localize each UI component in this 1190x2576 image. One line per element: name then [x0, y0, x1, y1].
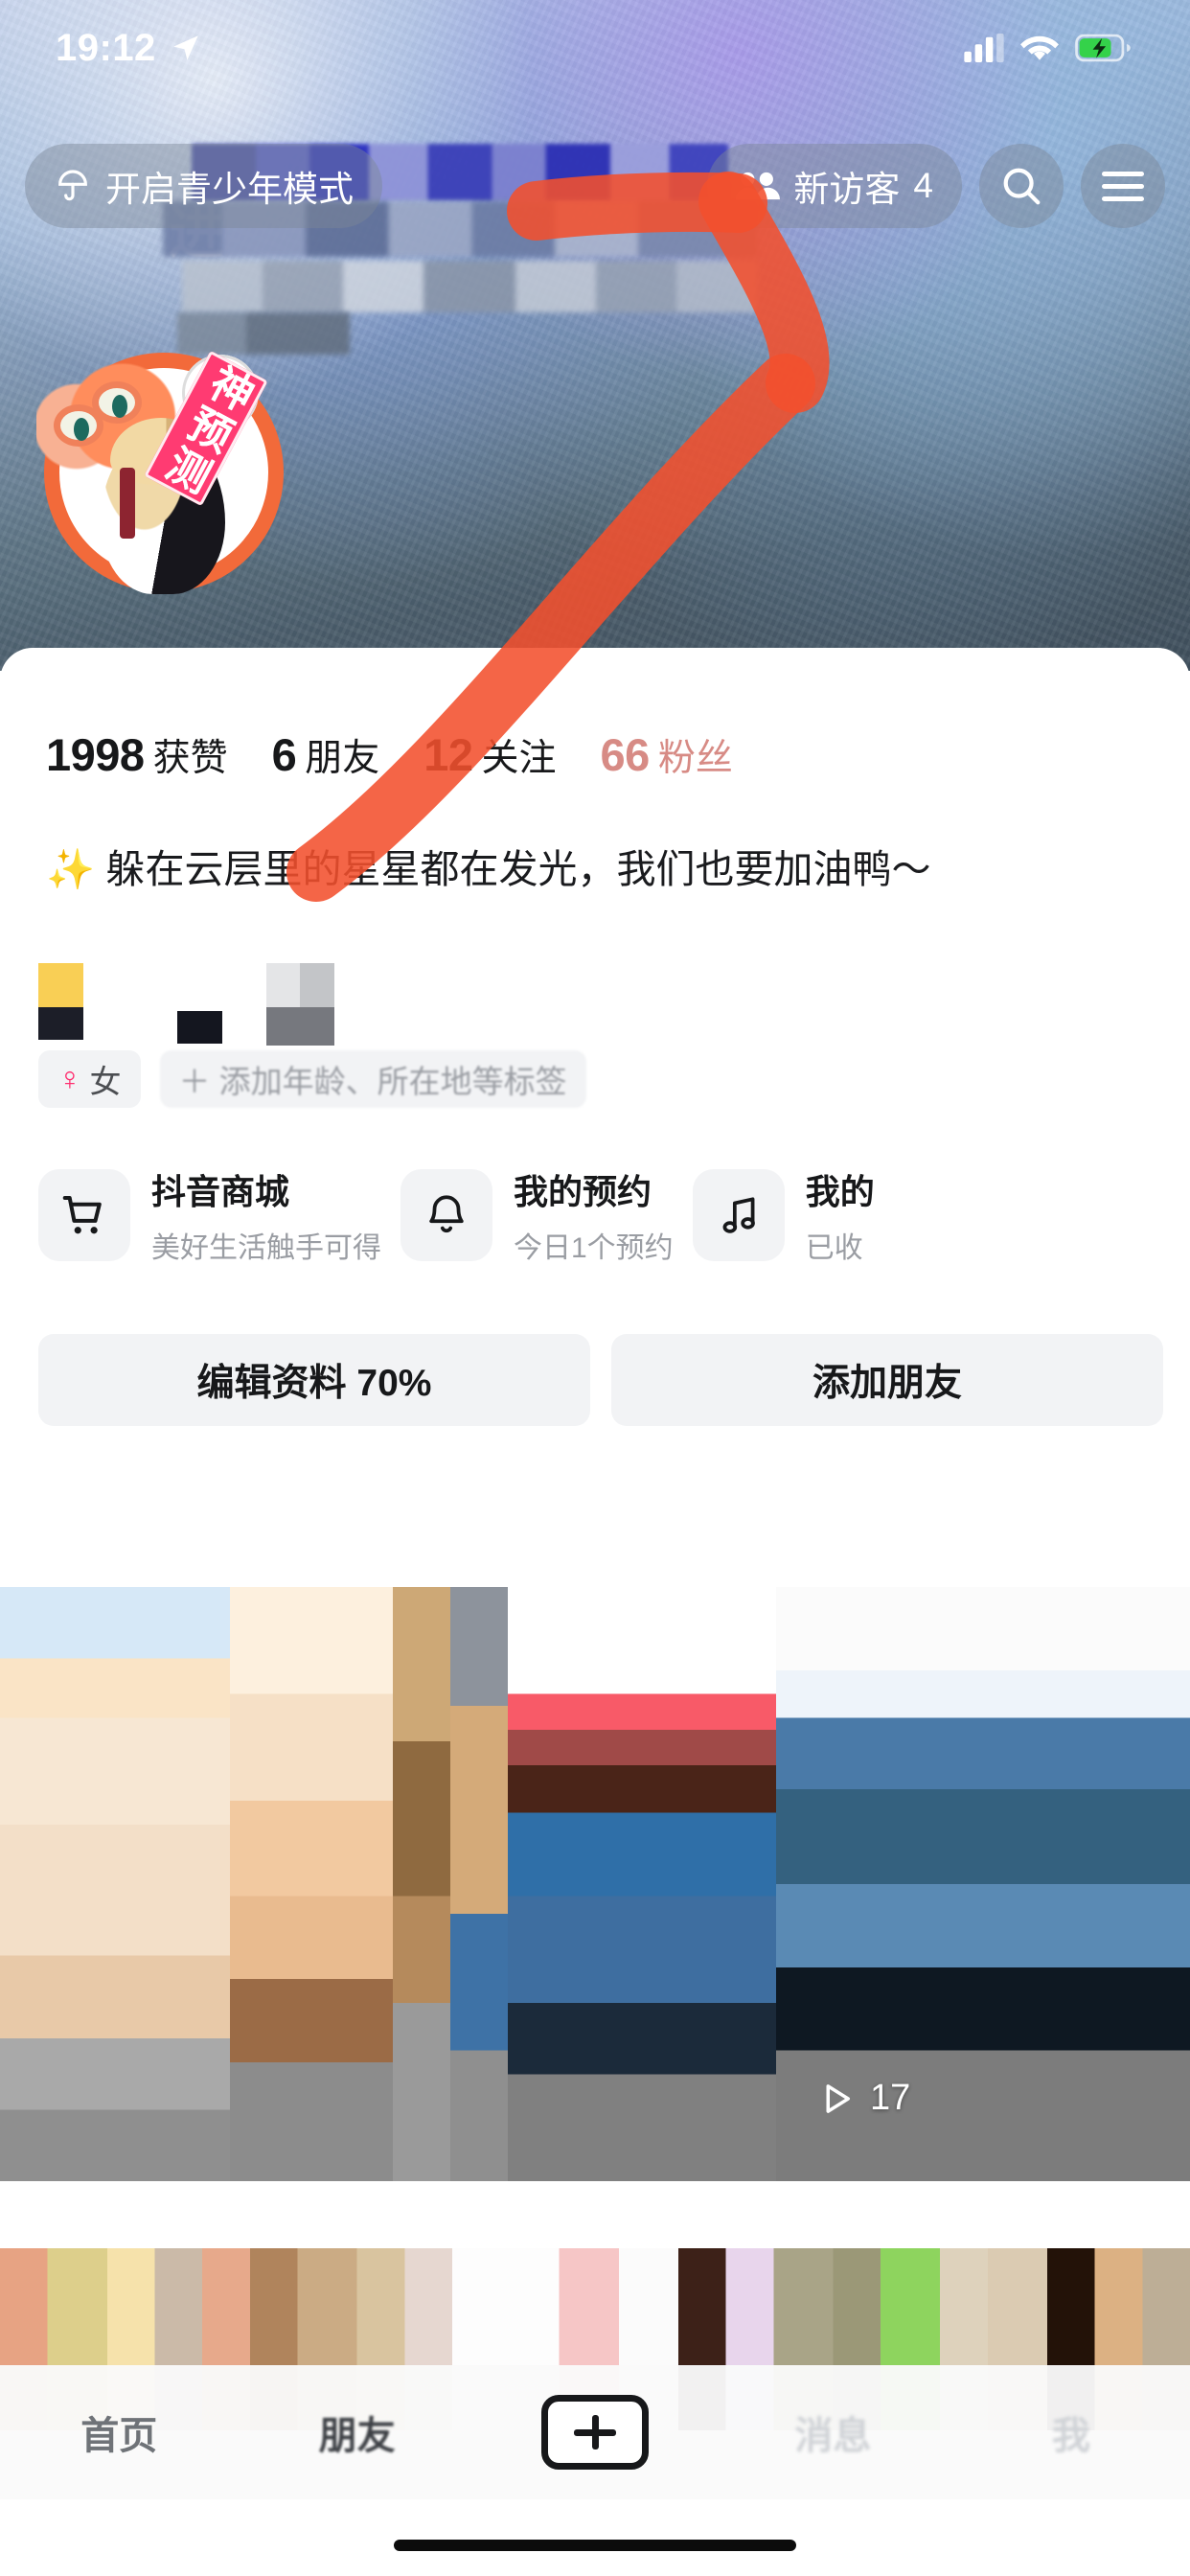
service-card-mall-text: 抖音商城 美好生活触手可得 [151, 1164, 381, 1266]
stat-following-value: 12 [423, 729, 473, 780]
location-arrow-icon [173, 35, 198, 60]
avatar[interactable]: 神预测 [10, 316, 307, 604]
stat-likes[interactable]: 1998 获赞 [46, 728, 228, 782]
service-card-booking-text: 我的预约 今日1个预约 [514, 1164, 674, 1266]
nav-home-label: 首页 [80, 2415, 158, 2457]
home-indicator [394, 2540, 796, 2551]
nav-item-messages[interactable]: 消息 [714, 2404, 951, 2460]
service-booking-subtitle: 今日1个预约 [514, 1232, 674, 1264]
video-grid [0, 1587, 1190, 2430]
service-booking-title: 我的预约 [514, 1172, 652, 1211]
video-play-count-value: 17 [870, 2078, 911, 2118]
video-thumbnail[interactable] [450, 1587, 508, 2181]
nav-item-profile[interactable]: 我 [952, 2404, 1190, 2460]
visitors-icon [736, 172, 781, 200]
bell-icon [429, 1195, 464, 1233]
nav-friends-label: 朋友 [318, 2415, 396, 2457]
stat-friends-label: 朋友 [305, 738, 380, 779]
shopping-cart-icon [62, 1195, 102, 1234]
username-redaction-5 [300, 963, 334, 1007]
stat-fans-value: 66 [600, 729, 651, 780]
stat-friends-value: 6 [271, 729, 297, 780]
music-note-icon-wrap [692, 1169, 785, 1261]
username-redaction-3 [177, 1011, 222, 1044]
search-icon [1003, 168, 1041, 205]
username-redaction-6 [266, 1007, 334, 1046]
nav-profile-label: 我 [1051, 2415, 1090, 2457]
cat-ribbon [120, 468, 135, 539]
gender-tag-label: 女 [89, 1064, 122, 1099]
nav-item-create[interactable] [476, 2395, 714, 2470]
service-card-booking[interactable]: 我的预约 今日1个预约 [400, 1164, 674, 1266]
video-thumbnail[interactable] [393, 1587, 450, 2181]
stat-likes-label: 获赞 [152, 738, 228, 779]
female-symbol-icon: ♀ [57, 1060, 82, 1097]
profile-header-bar: 开启青少年模式 新访客 4 [0, 142, 1190, 230]
edit-profile-label: 编辑资料 70% [196, 1363, 432, 1404]
wifi-icon [1020, 35, 1059, 60]
cover-text-mosaic-3 [182, 261, 757, 312]
bell-icon-wrap [400, 1169, 492, 1261]
add-friend-label: 添加朋友 [812, 1363, 962, 1404]
edit-profile-button[interactable]: 编辑资料 70% [38, 1334, 590, 1426]
teen-mode-button[interactable]: 开启青少年模式 [25, 144, 382, 228]
hamburger-menu-icon [1102, 164, 1144, 209]
new-visitors-count: 4 [913, 166, 933, 205]
service-music-subtitle: 已收 [805, 1232, 863, 1264]
service-shortcuts: 抖音商城 美好生活触手可得 我的预约 今日1个预约 我的 已收 [38, 1164, 875, 1266]
username-redaction-4 [266, 963, 300, 1007]
add-tags-label: ＋ 添加年龄、所在地等标签 [178, 1064, 567, 1099]
profile-bio[interactable]: ✨ 躲在云层里的星星都在发光，我们也要加油鸭～ [46, 837, 930, 894]
service-card-music[interactable]: 我的 已收 [692, 1164, 875, 1266]
profile-actions: 编辑资料 70% 添加朋友 [38, 1334, 1163, 1426]
status-bar: 19:12 [0, 0, 1190, 96]
battery-charging-icon [1075, 34, 1131, 62]
username-redaction-1 [38, 963, 83, 1007]
stat-following-label: 关注 [481, 738, 557, 779]
shopping-cart-icon-wrap [38, 1169, 130, 1261]
video-thumbnail[interactable] [508, 1587, 776, 2181]
teen-mode-label: 开启青少年模式 [105, 170, 354, 209]
nav-item-home[interactable]: 首页 [0, 2404, 238, 2460]
umbrella-icon [58, 170, 87, 201]
search-button[interactable] [979, 144, 1064, 228]
music-note-icon [722, 1197, 755, 1233]
menu-button[interactable] [1081, 144, 1165, 228]
new-visitors-button[interactable]: 新访客 4 [707, 144, 962, 228]
profile-bio-text: 躲在云层里的星星都在发光，我们也要加油鸭～ [105, 847, 931, 891]
stat-friends[interactable]: 6 朋友 [272, 728, 380, 782]
service-mall-title: 抖音商城 [151, 1172, 290, 1211]
add-tags-button[interactable]: ＋ 添加年龄、所在地等标签 [159, 1050, 586, 1108]
stat-likes-value: 1998 [46, 729, 145, 780]
plus-create-icon [541, 2395, 650, 2470]
profile-tags: ♀ 女 ＋ 添加年龄、所在地等标签 [38, 1050, 586, 1108]
status-bar-left: 19:12 [56, 27, 202, 70]
bottom-navigation: 首页 朋友 消息 我 [0, 2365, 1190, 2499]
gender-tag[interactable]: ♀ 女 [38, 1050, 141, 1108]
play-triangle-icon [826, 2083, 850, 2113]
status-time: 19:12 [56, 26, 156, 69]
stat-fans-label: 粉丝 [657, 738, 733, 779]
sparkles-icon: ✨ [46, 847, 96, 891]
stat-following[interactable]: 12 关注 [423, 728, 556, 782]
service-music-title: 我的 [805, 1172, 875, 1211]
service-card-mall[interactable]: 抖音商城 美好生活触手可得 [38, 1164, 381, 1266]
stat-fans[interactable]: 66 粉丝 [601, 728, 733, 782]
nav-item-friends[interactable]: 朋友 [238, 2404, 475, 2460]
nav-messages-label: 消息 [794, 2415, 872, 2457]
video-thumbnail[interactable] [230, 1587, 393, 2181]
new-visitors-label: 新访客 [793, 170, 901, 209]
username-redaction-2 [38, 1007, 83, 1040]
cellular-signal-icon [964, 34, 1004, 62]
service-mall-subtitle: 美好生活触手可得 [151, 1232, 381, 1264]
profile-stats: 1998 获赞 6 朋友 12 关注 66 粉丝 [46, 728, 733, 782]
video-play-count: 17 [816, 2078, 910, 2119]
status-bar-right [964, 33, 1131, 63]
service-card-music-text: 我的 已收 [806, 1164, 875, 1266]
add-friend-button[interactable]: 添加朋友 [611, 1334, 1163, 1426]
video-thumbnail[interactable] [0, 1587, 230, 2181]
